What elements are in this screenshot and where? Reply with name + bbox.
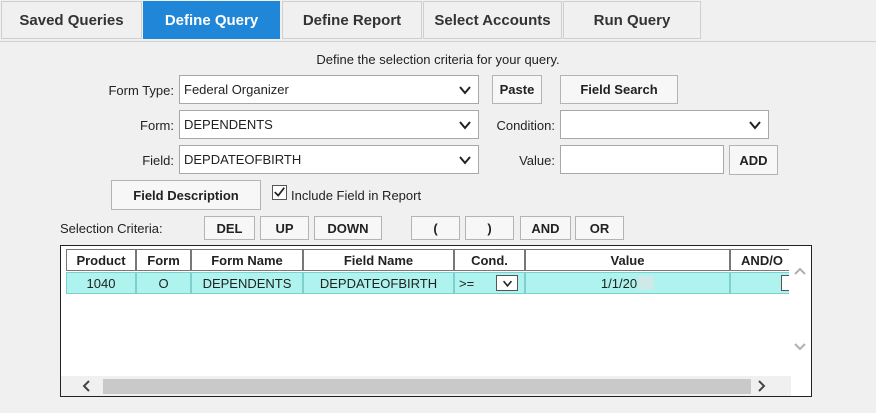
tab-define-report[interactable]: Define Report [282, 1, 422, 39]
field-description-button[interactable]: Field Description [111, 180, 261, 210]
scroll-up-icon[interactable] [793, 266, 807, 276]
cell-form[interactable]: O [136, 272, 191, 294]
down-button[interactable]: DOWN [314, 216, 382, 240]
field-label: Field: [142, 153, 174, 168]
scroll-down-icon[interactable] [793, 342, 807, 352]
criteria-grid: Product Form Form Name Field Name Cond. … [60, 245, 812, 397]
include-field-label: Include Field in Report [291, 188, 422, 203]
value-text: 1/1/20 [600, 275, 638, 291]
header-and-or: AND/O [730, 249, 794, 271]
condition-label: Condition: [496, 118, 555, 133]
cell-product[interactable]: 1040 [66, 272, 136, 294]
tab-run-query[interactable]: Run Query [563, 1, 701, 39]
redaction-block [638, 276, 655, 290]
cell-and-or[interactable] [730, 272, 794, 294]
cond-value: >= [459, 275, 475, 291]
chevron-down-icon [749, 121, 761, 130]
form-select[interactable]: DEPENDENTS [179, 110, 479, 139]
and-button[interactable]: AND [520, 216, 571, 240]
form-type-label: Form Type: [108, 83, 174, 98]
tab-saved-queries[interactable]: Saved Queries [1, 1, 142, 39]
del-button[interactable]: DEL [204, 216, 255, 240]
selection-criteria-label: Selection Criteria: [60, 221, 163, 236]
horizontal-scrollbar[interactable] [61, 376, 791, 396]
chevron-down-icon [502, 280, 512, 287]
checkmark-icon [274, 187, 285, 197]
header-form: Form [136, 249, 191, 271]
form-value: DEPENDENTS [184, 117, 273, 132]
field-search-button[interactable]: Field Search [560, 75, 678, 104]
open-paren-button[interactable]: ( [411, 216, 460, 240]
tab-bar: Saved Queries Define Query Define Report… [0, 0, 876, 42]
form-type-value: Federal Organizer [184, 82, 289, 97]
chevron-down-icon [459, 86, 471, 95]
chevron-down-icon [459, 156, 471, 165]
cond-dropdown[interactable] [496, 275, 518, 291]
close-paren-button[interactable]: ) [465, 216, 514, 240]
tab-select-accounts[interactable]: Select Accounts [423, 1, 562, 39]
header-product: Product [66, 249, 136, 271]
scroll-left-icon[interactable] [81, 380, 91, 392]
or-button[interactable]: OR [575, 216, 624, 240]
cell-value[interactable]: 1/1/20 [525, 272, 730, 294]
add-button[interactable]: ADD [729, 145, 778, 175]
vertical-scrollbar[interactable] [789, 246, 811, 396]
value-label: Value: [519, 153, 555, 168]
chevron-down-icon [459, 121, 471, 130]
cell-field-name[interactable]: DEPDATEOFBIRTH [303, 272, 454, 294]
header-cond: Cond. [454, 249, 525, 271]
header-value: Value [525, 249, 730, 271]
instructions-text: Define the selection criteria for your q… [316, 52, 560, 67]
header-field-name: Field Name [303, 249, 454, 271]
form-label: Form: [140, 118, 174, 133]
header-form-name: Form Name [191, 249, 303, 271]
value-input[interactable] [560, 145, 724, 174]
field-select[interactable]: DEPDATEOFBIRTH [179, 145, 479, 174]
paste-button[interactable]: Paste [492, 75, 542, 104]
scroll-right-icon[interactable] [757, 380, 767, 392]
include-field-checkbox[interactable] [272, 185, 287, 200]
up-button[interactable]: UP [260, 216, 309, 240]
condition-select[interactable] [560, 110, 769, 139]
horizontal-scroll-thumb[interactable] [103, 379, 751, 394]
form-type-select[interactable]: Federal Organizer [179, 75, 479, 104]
field-value: DEPDATEOFBIRTH [184, 152, 302, 167]
cell-form-name[interactable]: DEPENDENTS [191, 272, 303, 294]
cell-cond[interactable]: >= [454, 272, 525, 294]
tab-define-query[interactable]: Define Query [143, 1, 280, 39]
